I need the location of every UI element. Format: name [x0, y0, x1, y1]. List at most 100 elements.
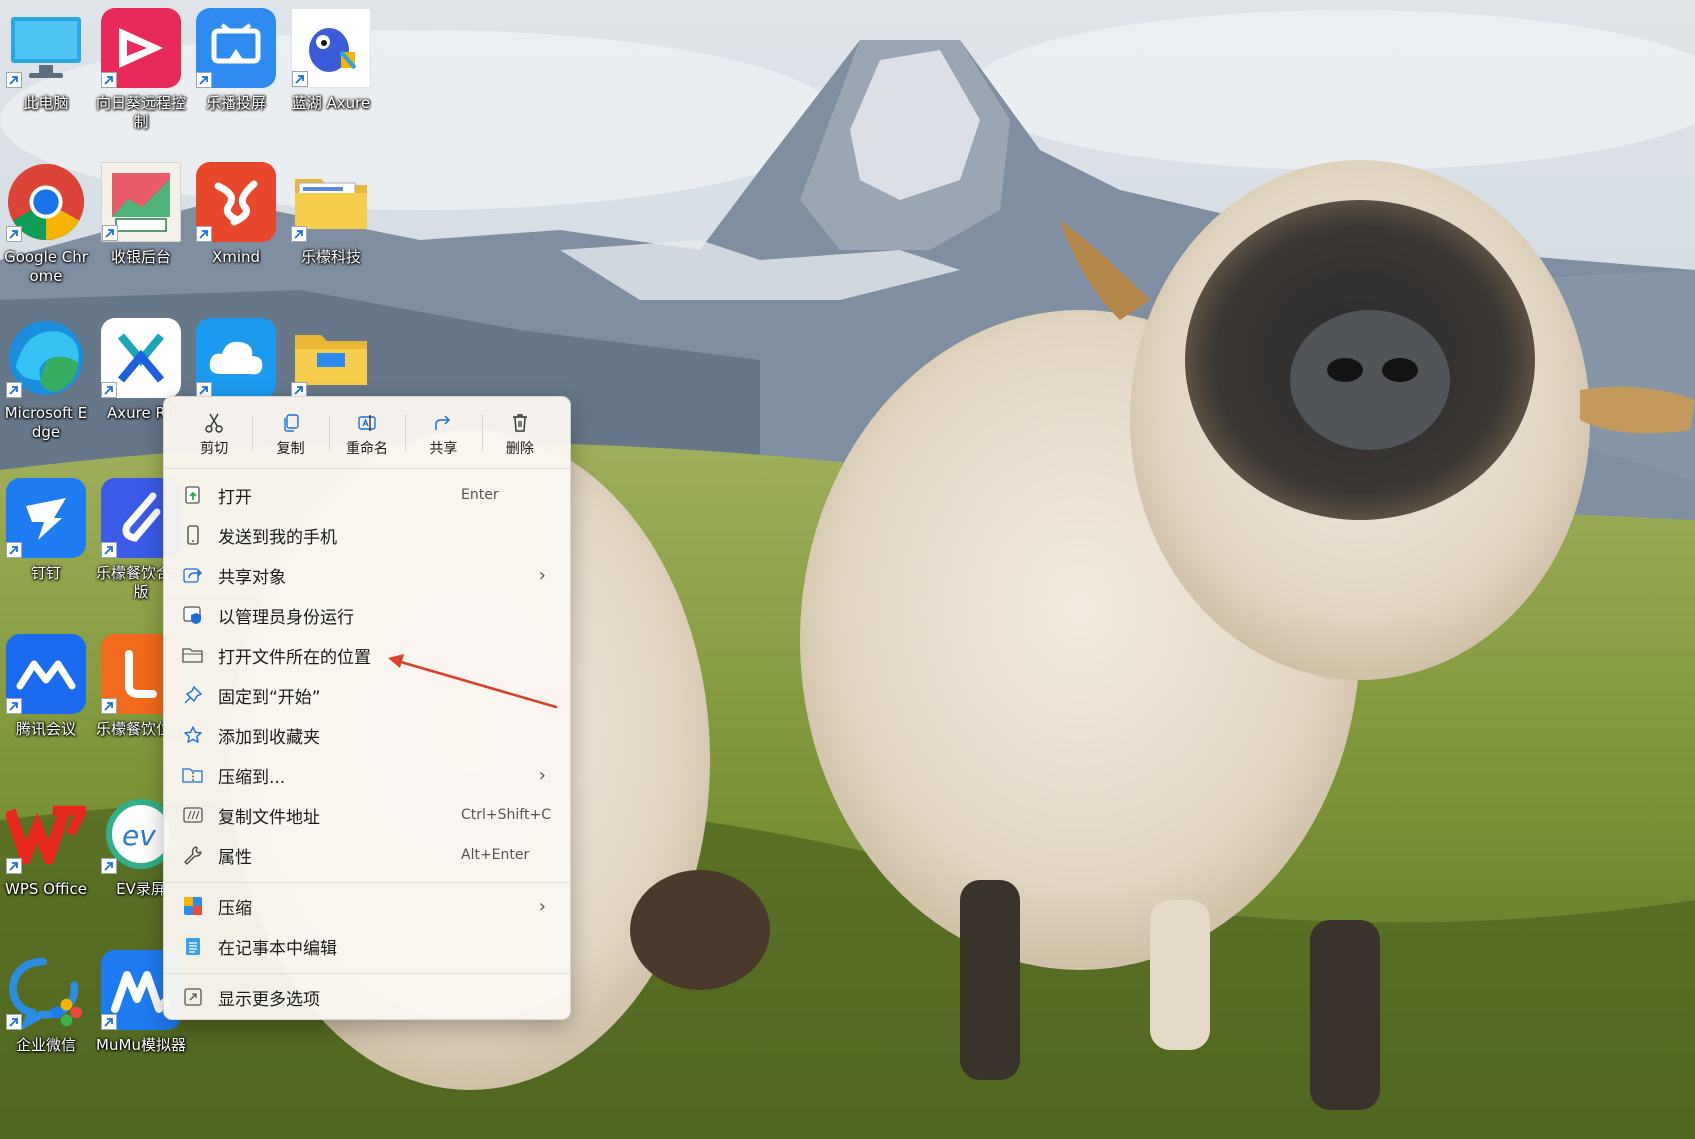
icon-label: 收银后台 — [110, 248, 171, 266]
copy-button[interactable]: 复制 — [252, 401, 328, 468]
desktop-icon-sunlogin[interactable]: 向日葵远程控制 — [95, 8, 187, 132]
shortcut-arrow-icon — [6, 226, 22, 242]
menu-item-shortcut: Enter — [461, 487, 499, 503]
menu-item-label: 显示更多选项 — [218, 989, 320, 1010]
menu-item-label: 复制文件地址 — [218, 807, 320, 828]
edge-icon — [6, 318, 86, 398]
menu-item-shortcut: Alt+Enter — [461, 847, 530, 863]
rename-button[interactable]: 重命名 — [328, 401, 405, 468]
pospal-icon — [101, 162, 181, 242]
icon-label: MuMu模拟器 — [96, 1036, 186, 1054]
xmind-icon — [196, 162, 276, 242]
desktop-icon-cloud-app[interactable] — [190, 318, 282, 404]
shortcut-arrow-icon — [102, 225, 118, 241]
copy-icon — [283, 413, 299, 432]
desktop-icon-xmind[interactable]: Xmind — [190, 162, 282, 267]
pin-icon — [182, 684, 204, 706]
desktop-icon-this-pc[interactable]: 此电脑 — [0, 8, 92, 113]
menu-item-add-to-favorites[interactable]: 添加到收藏夹 — [172, 716, 562, 754]
icon-label: 钉钉 — [30, 564, 61, 582]
desktop-icon-chrome[interactable]: Google Chrome — [0, 162, 92, 286]
menu-item-compress[interactable]: 压缩 › — [172, 887, 562, 925]
archive-icon — [182, 895, 204, 917]
shortcut-arrow-icon — [196, 226, 212, 242]
menu-item-show-more-options[interactable]: 显示更多选项 — [172, 978, 562, 1016]
wrench-icon — [182, 844, 204, 866]
shortcut-arrow-icon — [291, 226, 307, 242]
desktop-icon-lanhu-axure[interactable]: 蓝湖 Axure — [285, 8, 377, 113]
icon-label: Xmind — [211, 248, 261, 266]
shortcut-arrow-icon — [6, 542, 22, 558]
share-button[interactable]: 共享 — [405, 401, 481, 468]
sunlogin-icon — [101, 8, 181, 88]
lanhu-axure-icon — [291, 8, 371, 88]
menu-item-run-as-admin[interactable]: 以管理员身份运行 — [172, 596, 562, 634]
menu-item-label: 压缩到... — [218, 767, 286, 788]
menu-item-copy-path[interactable]: 复制文件地址 Ctrl+Shift+C — [172, 796, 562, 834]
shield-icon — [182, 604, 204, 626]
phone-icon — [182, 524, 204, 546]
lebo-cast-icon — [196, 8, 276, 88]
menu-item-compress-to[interactable]: 压缩到... › — [172, 756, 562, 794]
chevron-right-icon: › — [538, 564, 546, 586]
delete-button[interactable]: 删除 — [481, 401, 558, 468]
menu-item-label: 属性 — [218, 847, 252, 868]
shortcut-arrow-icon — [196, 72, 212, 88]
desktop-icon-tencent-meeting[interactable]: 腾讯会议 — [0, 634, 92, 739]
shortcut-arrow-icon — [101, 72, 117, 88]
desktop-icon-pospal[interactable]: 收银后台 — [95, 162, 187, 267]
delete-label: 删除 — [505, 440, 534, 457]
menu-item-share-with[interactable]: 共享对象 › — [172, 556, 562, 594]
context-menu-quick-actions: 剪切 复制 重命名 共享 删除 — [164, 397, 570, 469]
star-icon — [182, 724, 204, 746]
svg-text:ev: ev — [122, 819, 156, 852]
menu-item-label: 发送到我的手机 — [218, 527, 337, 548]
notepad-icon — [182, 935, 204, 957]
desktop-icon-edge[interactable]: Microsoft Edge — [0, 318, 92, 442]
menu-item-send-to-phone[interactable]: 发送到我的手机 — [172, 516, 562, 554]
shortcut-arrow-icon — [101, 1014, 117, 1030]
rename-label: 重命名 — [346, 440, 389, 457]
menu-item-open-file-location[interactable]: 打开文件所在的位置 — [172, 636, 562, 674]
share-icon — [435, 414, 451, 430]
menu-item-open[interactable]: 打开 Enter — [172, 476, 562, 514]
axure-icon — [101, 318, 181, 398]
shortcut-arrow-icon — [6, 698, 22, 714]
desktop-icon-wecom[interactable]: 企业微信 — [0, 950, 92, 1055]
desktop-icon-dingtalk[interactable]: 钉钉 — [0, 478, 92, 583]
desktop-icon-lemeng-folder[interactable]: 乐檬科技 — [285, 162, 377, 267]
icon-label: 向日葵远程控制 — [95, 94, 186, 131]
menu-item-edit-in-notepad[interactable]: 在记事本中编辑 — [172, 927, 562, 965]
icon-label: 此电脑 — [23, 94, 69, 112]
cut-label: 剪切 — [200, 440, 229, 457]
shortcut-arrow-icon — [101, 542, 117, 558]
copy-label: 复制 — [276, 440, 305, 457]
desktop-icon-lebo-cast[interactable]: 乐播投屏 — [190, 8, 282, 113]
shortcut-arrow-icon — [101, 698, 117, 714]
icon-label: Google Chrome — [4, 248, 88, 285]
folder-icon — [291, 162, 371, 242]
icon-label: 蓝湖 Axure — [291, 94, 371, 112]
menu-item-label: 固定到“开始” — [218, 687, 321, 708]
desktop-icon-wps[interactable]: WPS Office — [0, 794, 92, 899]
open-icon — [182, 484, 204, 506]
dingtalk-icon — [6, 478, 86, 558]
menu-item-pin-to-start[interactable]: 固定到“开始” — [172, 676, 562, 714]
wps-icon — [6, 794, 86, 874]
share-label: 共享 — [429, 440, 458, 457]
trash-icon — [512, 413, 527, 432]
menu-item-properties[interactable]: 属性 Alt+Enter — [172, 836, 562, 874]
zip-folder-icon — [182, 764, 204, 786]
menu-item-label: 以管理员身份运行 — [218, 607, 354, 628]
this-pc-icon — [6, 8, 86, 88]
icon-label: 腾讯会议 — [15, 720, 76, 738]
icon-label: 企业微信 — [15, 1036, 76, 1054]
shortcut-arrow-icon — [6, 72, 22, 88]
chevron-right-icon: › — [538, 895, 546, 917]
menu-item-label: 在记事本中编辑 — [218, 938, 337, 959]
cut-button[interactable]: 剪切 — [176, 401, 252, 468]
wecom-icon — [6, 950, 86, 1030]
icon-label: 乐檬科技 — [300, 248, 361, 266]
desktop-icon-folder-2[interactable] — [285, 318, 377, 404]
icon-label: WPS Office — [5, 880, 87, 898]
